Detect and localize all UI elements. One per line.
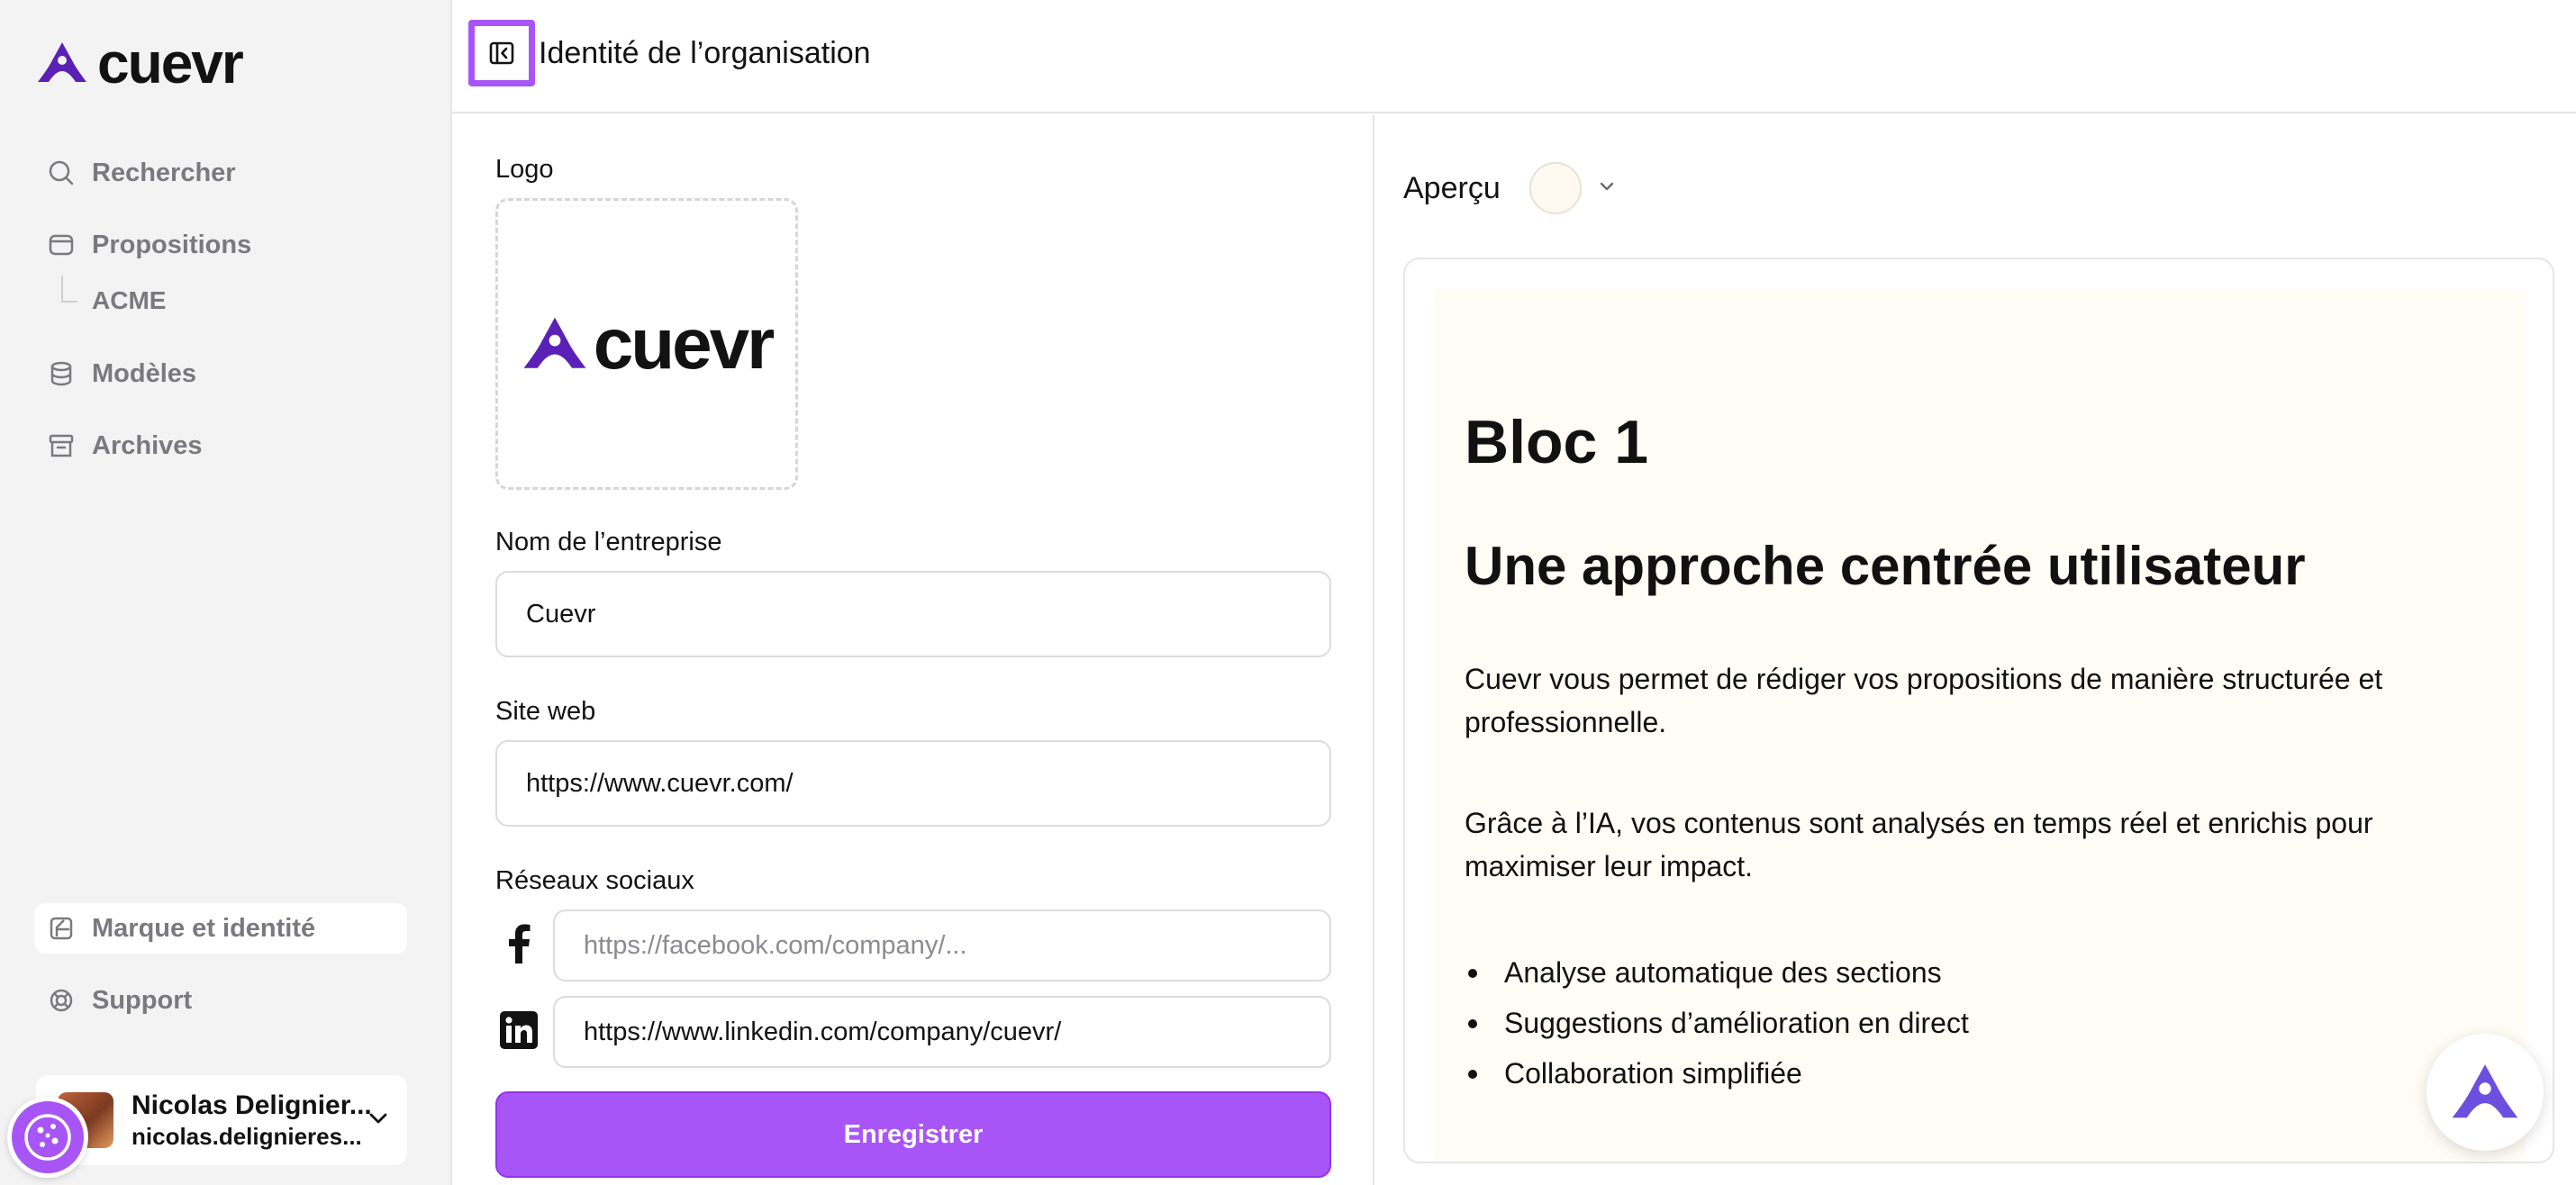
sidebar-item-label: Archives — [92, 430, 203, 460]
preview-header: Aperçu — [1403, 162, 1618, 214]
cookie-icon — [24, 1114, 71, 1161]
sidebar-item-label: Support — [92, 985, 193, 1015]
preview-document: Bloc 1 Une approche centrée utilisateur … — [1434, 290, 2526, 1162]
logo-preview-text: cuevr — [593, 303, 775, 384]
facebook-url-input[interactable]: https://facebook.com/company/... — [553, 909, 1331, 981]
assistant-button[interactable] — [2426, 1034, 2544, 1151]
chevron-down-icon[interactable] — [1596, 176, 1618, 202]
cuevr-logo-icon — [2452, 1064, 2518, 1118]
sidebar-item-label: Propositions — [92, 230, 252, 259]
website-input[interactable]: https://www.cuevr.com/ — [495, 740, 1331, 827]
panel-divider — [1373, 115, 1374, 1185]
list-item: Suggestions d’amélioration en direct — [1465, 998, 1969, 1048]
proposals-icon — [47, 231, 76, 259]
brand-logo[interactable]: cuevr — [36, 31, 244, 95]
search-icon — [47, 158, 76, 187]
preview-color-swatch[interactable] — [1528, 162, 1582, 214]
user-email: nicolas.delignieres... — [132, 1122, 362, 1150]
cookie-settings-button[interactable] — [7, 1097, 88, 1178]
sidebar-item-archives[interactable]: Archives — [34, 421, 407, 471]
user-menu[interactable]: Nicolas Delignier... nicolas.delignieres… — [36, 1075, 407, 1165]
sidebar-item-label: Rechercher — [92, 158, 236, 187]
sidebar-item-label: Marque et identité — [92, 913, 316, 943]
company-name-label: Nom de l’entreprise — [495, 528, 722, 556]
preview-heading-1: Bloc 1 — [1465, 408, 1649, 476]
sidebar-subitem-acme[interactable]: ACME — [92, 286, 166, 315]
cuevr-logo-icon — [523, 317, 586, 368]
linkedin-icon — [499, 1010, 539, 1050]
social-networks-label: Réseaux sociaux — [495, 866, 694, 895]
brand-icon — [47, 914, 76, 943]
page-title: Identité de l’organisation — [539, 36, 871, 70]
database-icon — [47, 359, 76, 388]
top-bar: Identité de l’organisation — [452, 0, 2576, 113]
brand-name: cuevr — [97, 31, 244, 95]
list-item: Collaboration simplifiée — [1465, 1048, 1969, 1099]
sidebar: cuevr Rechercher Propositions ACME Modèl… — [0, 0, 452, 1185]
cuevr-logo-icon — [38, 42, 86, 82]
save-button[interactable]: Enregistrer — [495, 1091, 1331, 1178]
user-name: Nicolas Delignier... — [132, 1090, 372, 1120]
facebook-icon — [499, 924, 539, 963]
sidebar-item-brand-identity[interactable]: Marque et identité — [34, 903, 407, 954]
preview-heading-2: Une approche centrée utilisateur — [1465, 536, 2306, 596]
archive-icon — [47, 431, 76, 460]
organization-form: Logo cuevr Nom de l’entreprise Cuevr Sit… — [452, 115, 1373, 1185]
preview-bullet-list: Analyse automatique des sections Suggest… — [1465, 947, 1969, 1099]
logo-upload[interactable]: cuevr — [495, 198, 798, 490]
sidebar-item-search[interactable]: Rechercher — [34, 148, 407, 198]
preview-paragraph: Grâce à l’IA, vos contenus sont analysés… — [1465, 807, 2373, 882]
collapse-sidebar-button[interactable] — [468, 20, 535, 86]
linkedin-url-input[interactable]: https://www.linkedin.com/company/cuevr/ — [553, 996, 1331, 1068]
list-item: Analyse automatique des sections — [1465, 947, 1969, 998]
website-label: Site web — [495, 697, 596, 726]
company-name-input[interactable]: Cuevr — [495, 571, 1331, 657]
tree-connector — [61, 276, 77, 303]
preview-label: Aperçu — [1403, 170, 1501, 205]
logo-label: Logo — [495, 155, 554, 184]
sidebar-item-proposals[interactable]: Propositions — [34, 220, 407, 270]
preview-paragraph: Cuevr vous permet de rédiger vos proposi… — [1465, 663, 2383, 738]
panel-collapse-icon — [489, 41, 514, 65]
lifebuoy-icon — [47, 986, 76, 1015]
sidebar-item-support[interactable]: Support — [34, 975, 407, 1026]
preview-frame: Bloc 1 Une approche centrée utilisateur … — [1403, 258, 2554, 1163]
sidebar-item-label: Modèles — [92, 358, 197, 388]
chevron-down-icon — [366, 1106, 391, 1135]
sidebar-item-templates[interactable]: Modèles — [34, 348, 407, 399]
